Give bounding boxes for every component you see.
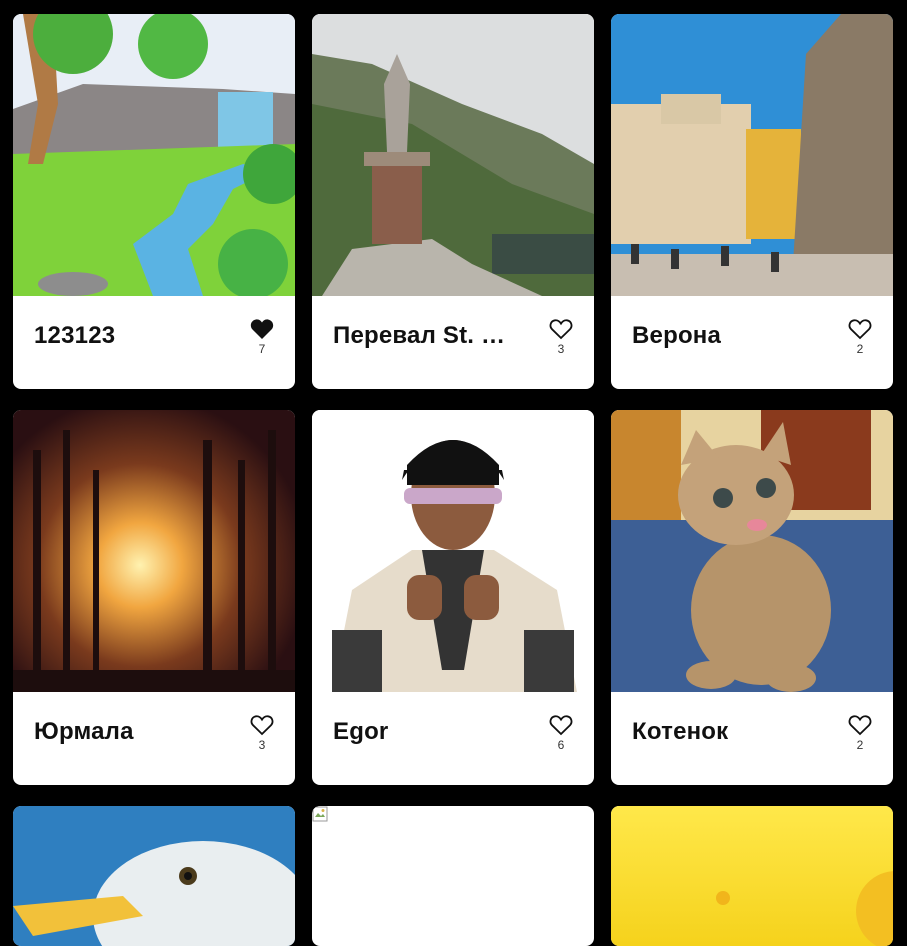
like-count: 6 [557,738,565,752]
photo-waterfall-drawing[interactable] [13,14,295,296]
photo-sunset-forest[interactable] [13,410,295,692]
like-button[interactable]: 3 [247,714,277,752]
like-count: 3 [557,342,565,356]
heart-outline-icon [848,319,872,340]
photo-card[interactable]: Верона 2 [611,14,893,389]
card-title: Верона [632,322,722,349]
card-title: Котенок [632,718,729,745]
photo-card[interactable] [13,806,295,946]
like-count: 2 [856,342,864,356]
like-count: 2 [856,738,864,752]
card-footer: Юрмала 3 [13,692,295,785]
like-button[interactable]: 7 [247,318,277,356]
card-footer: Верона 2 [611,296,893,389]
card-footer: Egor 6 [312,692,594,785]
card-footer: Перевал St. Gotthard 3 [312,296,594,389]
photo-verona-square[interactable] [611,14,893,296]
card-title: 123123 [34,322,116,349]
broken-image-icon [312,806,328,822]
card-title: Юрмала [34,718,134,745]
photo-kitten[interactable] [611,410,893,692]
like-count: 3 [258,738,266,752]
heart-outline-icon [250,715,274,736]
card-title: Egor [333,718,389,745]
photo-card[interactable]: Юрмала 3 [13,410,295,785]
photo-broken-image[interactable] [312,806,594,946]
card-footer: Котенок 2 [611,692,893,785]
heart-outline-icon [848,715,872,736]
card-footer: 123123 7 [13,296,295,389]
heart-outline-icon [549,319,573,340]
like-button[interactable]: 2 [845,318,875,356]
heart-outline-icon [549,715,573,736]
photo-grid: 123123 7 Перевал St. Gottha [13,14,893,946]
like-button[interactable]: 6 [546,714,576,752]
photo-card[interactable]: Котенок 2 [611,410,893,785]
photo-card[interactable]: Перевал St. Gotthard 3 [312,14,594,389]
photo-man-sunglasses[interactable] [312,410,594,692]
heart-filled-icon [250,319,274,339]
like-count: 7 [258,342,266,356]
like-button[interactable]: 2 [845,714,875,752]
photo-card[interactable] [611,806,893,946]
photo-mountain-statue[interactable] [312,14,594,296]
photo-seagull[interactable] [13,806,295,946]
like-button[interactable]: 3 [546,318,576,356]
photo-card[interactable]: 123123 7 [13,14,295,389]
photo-yellow-abstract[interactable] [611,806,893,946]
photo-card[interactable]: Egor 6 [312,410,594,785]
card-title: Перевал St. Gotthard [333,322,523,349]
photo-card[interactable] [312,806,594,946]
